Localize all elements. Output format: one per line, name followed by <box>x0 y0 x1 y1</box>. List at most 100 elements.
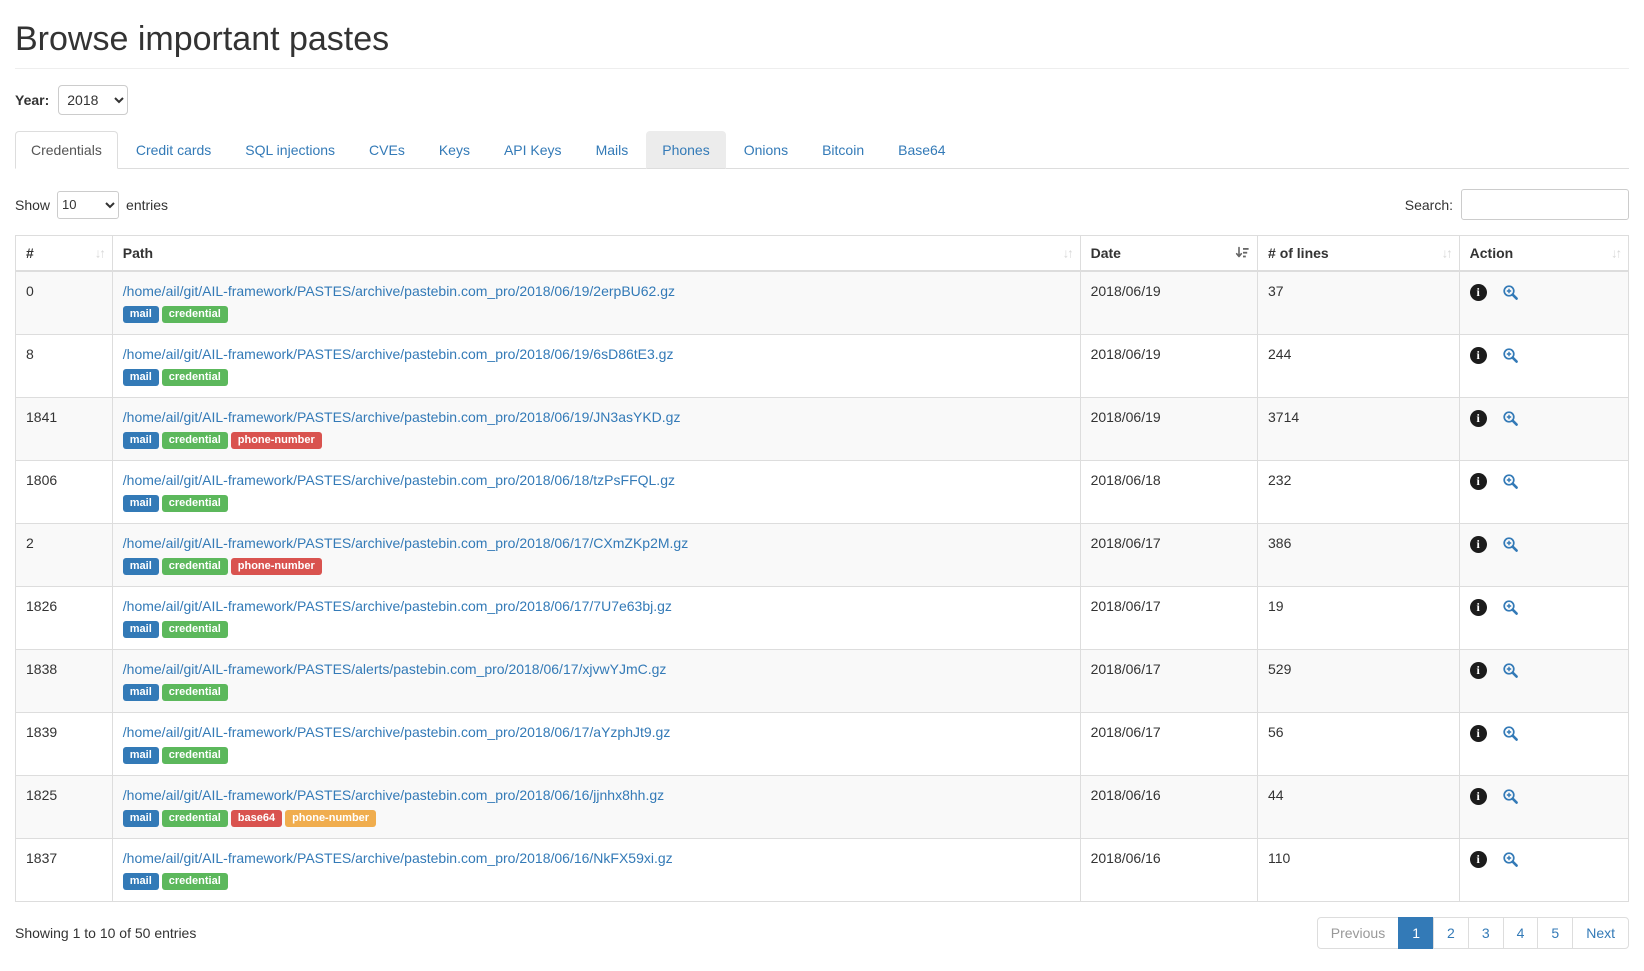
year-filter: Year: 2018 <box>15 85 1629 115</box>
row-date: 2018/06/19 <box>1080 398 1257 461</box>
search-plus-icon[interactable] <box>1502 788 1519 805</box>
table-row: 1837 /home/ail/git/AIL-framework/PASTES/… <box>16 839 1629 902</box>
tag-mail: mail <box>123 873 159 890</box>
row-date: 2018/06/17 <box>1080 587 1257 650</box>
search-plus-icon[interactable] <box>1502 410 1519 427</box>
row-date: 2018/06/19 <box>1080 335 1257 398</box>
tag-list: mailcredentialphone-number <box>123 556 1070 575</box>
tab-credit-cards[interactable]: Credit cards <box>120 131 227 169</box>
row-lines: 44 <box>1258 776 1460 839</box>
tab-label[interactable]: Phones <box>646 131 725 169</box>
tag-credential: credential <box>162 747 228 764</box>
tab-mails[interactable]: Mails <box>580 131 645 169</box>
row-id: 8 <box>16 335 113 398</box>
search-plus-icon[interactable] <box>1502 662 1519 679</box>
tag-mail: mail <box>123 369 159 386</box>
search-plus-icon[interactable] <box>1502 725 1519 742</box>
info-icon[interactable]: i <box>1470 851 1487 868</box>
table-row: 8 /home/ail/git/AIL-framework/PASTES/arc… <box>16 335 1629 398</box>
tab-label[interactable]: CVEs <box>353 131 421 169</box>
tag-credential: credential <box>162 306 228 323</box>
search-plus-icon[interactable] <box>1502 851 1519 868</box>
paste-path-link[interactable]: /home/ail/git/AIL-framework/PASTES/archi… <box>123 598 672 614</box>
tab-label[interactable]: Credit cards <box>120 131 227 169</box>
table-controls: Show 10 entries Search: <box>15 189 1629 220</box>
info-icon[interactable]: i <box>1470 536 1487 553</box>
page-title: Browse important pastes <box>15 20 1629 59</box>
column-label: # of lines <box>1268 245 1329 261</box>
search-plus-icon[interactable] <box>1502 536 1519 553</box>
tab-sql-injections[interactable]: SQL injections <box>229 131 351 169</box>
info-icon[interactable]: i <box>1470 788 1487 805</box>
paste-path-link[interactable]: /home/ail/git/AIL-framework/PASTES/archi… <box>123 283 675 299</box>
tag-credential: credential <box>162 495 228 512</box>
info-icon[interactable]: i <box>1470 473 1487 490</box>
tab-label[interactable]: Bitcoin <box>806 131 880 169</box>
info-icon[interactable]: i <box>1470 347 1487 364</box>
tag-phone-number: phone-number <box>285 810 376 827</box>
column-header-date[interactable]: Date ↓↑ <box>1080 236 1257 272</box>
pagination-page-3[interactable]: 3 <box>1469 917 1504 949</box>
row-lines: 37 <box>1258 271 1460 335</box>
tag-list: mailcredential <box>123 871 1070 890</box>
tab-bitcoin[interactable]: Bitcoin <box>806 131 880 169</box>
tab-keys[interactable]: Keys <box>423 131 486 169</box>
info-icon[interactable]: i <box>1470 725 1487 742</box>
row-id: 1839 <box>16 713 113 776</box>
pagination: Previous12345Next <box>1317 917 1629 949</box>
entries-select[interactable]: 10 <box>57 191 119 219</box>
search-plus-icon[interactable] <box>1502 473 1519 490</box>
pagination-page-5[interactable]: 5 <box>1538 917 1573 949</box>
tag-credential: credential <box>162 558 228 575</box>
tab-label[interactable]: Base64 <box>882 131 961 169</box>
tab-label[interactable]: Keys <box>423 131 486 169</box>
tab-label[interactable]: Credentials <box>15 131 118 169</box>
search-plus-icon[interactable] <box>1502 599 1519 616</box>
tab-label[interactable]: API Keys <box>488 131 578 169</box>
tab-cves[interactable]: CVEs <box>353 131 421 169</box>
row-id: 1826 <box>16 587 113 650</box>
pagination-page-2[interactable]: 2 <box>1434 917 1469 949</box>
year-label: Year: <box>15 92 49 108</box>
column-header-path[interactable]: Path ↓↑ <box>112 236 1080 272</box>
tab-label[interactable]: Mails <box>580 131 645 169</box>
paste-path-link[interactable]: /home/ail/git/AIL-framework/PASTES/archi… <box>123 409 681 425</box>
column-header-[interactable]: # ↓↑ <box>16 236 113 272</box>
paste-path-link[interactable]: /home/ail/git/AIL-framework/PASTES/archi… <box>123 535 688 551</box>
row-date: 2018/06/16 <box>1080 839 1257 902</box>
show-label: Show <box>15 197 50 213</box>
results-summary: Showing 1 to 10 of 50 entries <box>15 925 196 941</box>
info-icon[interactable]: i <box>1470 410 1487 427</box>
pagination-page-1[interactable]: 1 <box>1399 917 1434 949</box>
tab-bar: CredentialsCredit cardsSQL injectionsCVE… <box>15 131 1629 169</box>
tab-onions[interactable]: Onions <box>728 131 804 169</box>
pagination-previous[interactable]: Previous <box>1317 917 1399 949</box>
paste-path-link[interactable]: /home/ail/git/AIL-framework/PASTES/archi… <box>123 346 674 362</box>
tab-api-keys[interactable]: API Keys <box>488 131 578 169</box>
paste-path-link[interactable]: /home/ail/git/AIL-framework/PASTES/archi… <box>123 787 664 803</box>
row-id: 1838 <box>16 650 113 713</box>
paste-path-link[interactable]: /home/ail/git/AIL-framework/PASTES/archi… <box>123 724 671 740</box>
search-plus-icon[interactable] <box>1502 347 1519 364</box>
pagination-next[interactable]: Next <box>1573 917 1629 949</box>
info-icon[interactable]: i <box>1470 599 1487 616</box>
search-input[interactable] <box>1461 189 1629 220</box>
paste-path-link[interactable]: /home/ail/git/AIL-framework/PASTES/alert… <box>123 661 667 677</box>
row-date: 2018/06/17 <box>1080 713 1257 776</box>
paste-path-link[interactable]: /home/ail/git/AIL-framework/PASTES/archi… <box>123 472 675 488</box>
column-header-action[interactable]: Action ↓↑ <box>1459 236 1628 272</box>
tab-phones[interactable]: Phones <box>646 131 725 169</box>
info-icon[interactable]: i <box>1470 662 1487 679</box>
row-date: 2018/06/17 <box>1080 650 1257 713</box>
row-id: 0 <box>16 271 113 335</box>
column-header-of-lines[interactable]: # of lines ↓↑ <box>1258 236 1460 272</box>
search-plus-icon[interactable] <box>1502 284 1519 301</box>
paste-path-link[interactable]: /home/ail/git/AIL-framework/PASTES/archi… <box>123 850 673 866</box>
tab-base64[interactable]: Base64 <box>882 131 961 169</box>
info-icon[interactable]: i <box>1470 284 1487 301</box>
year-select[interactable]: 2018 <box>58 85 128 115</box>
pagination-page-4[interactable]: 4 <box>1504 917 1539 949</box>
tab-credentials[interactable]: Credentials <box>15 131 118 169</box>
tab-label[interactable]: SQL injections <box>229 131 351 169</box>
tab-label[interactable]: Onions <box>728 131 804 169</box>
